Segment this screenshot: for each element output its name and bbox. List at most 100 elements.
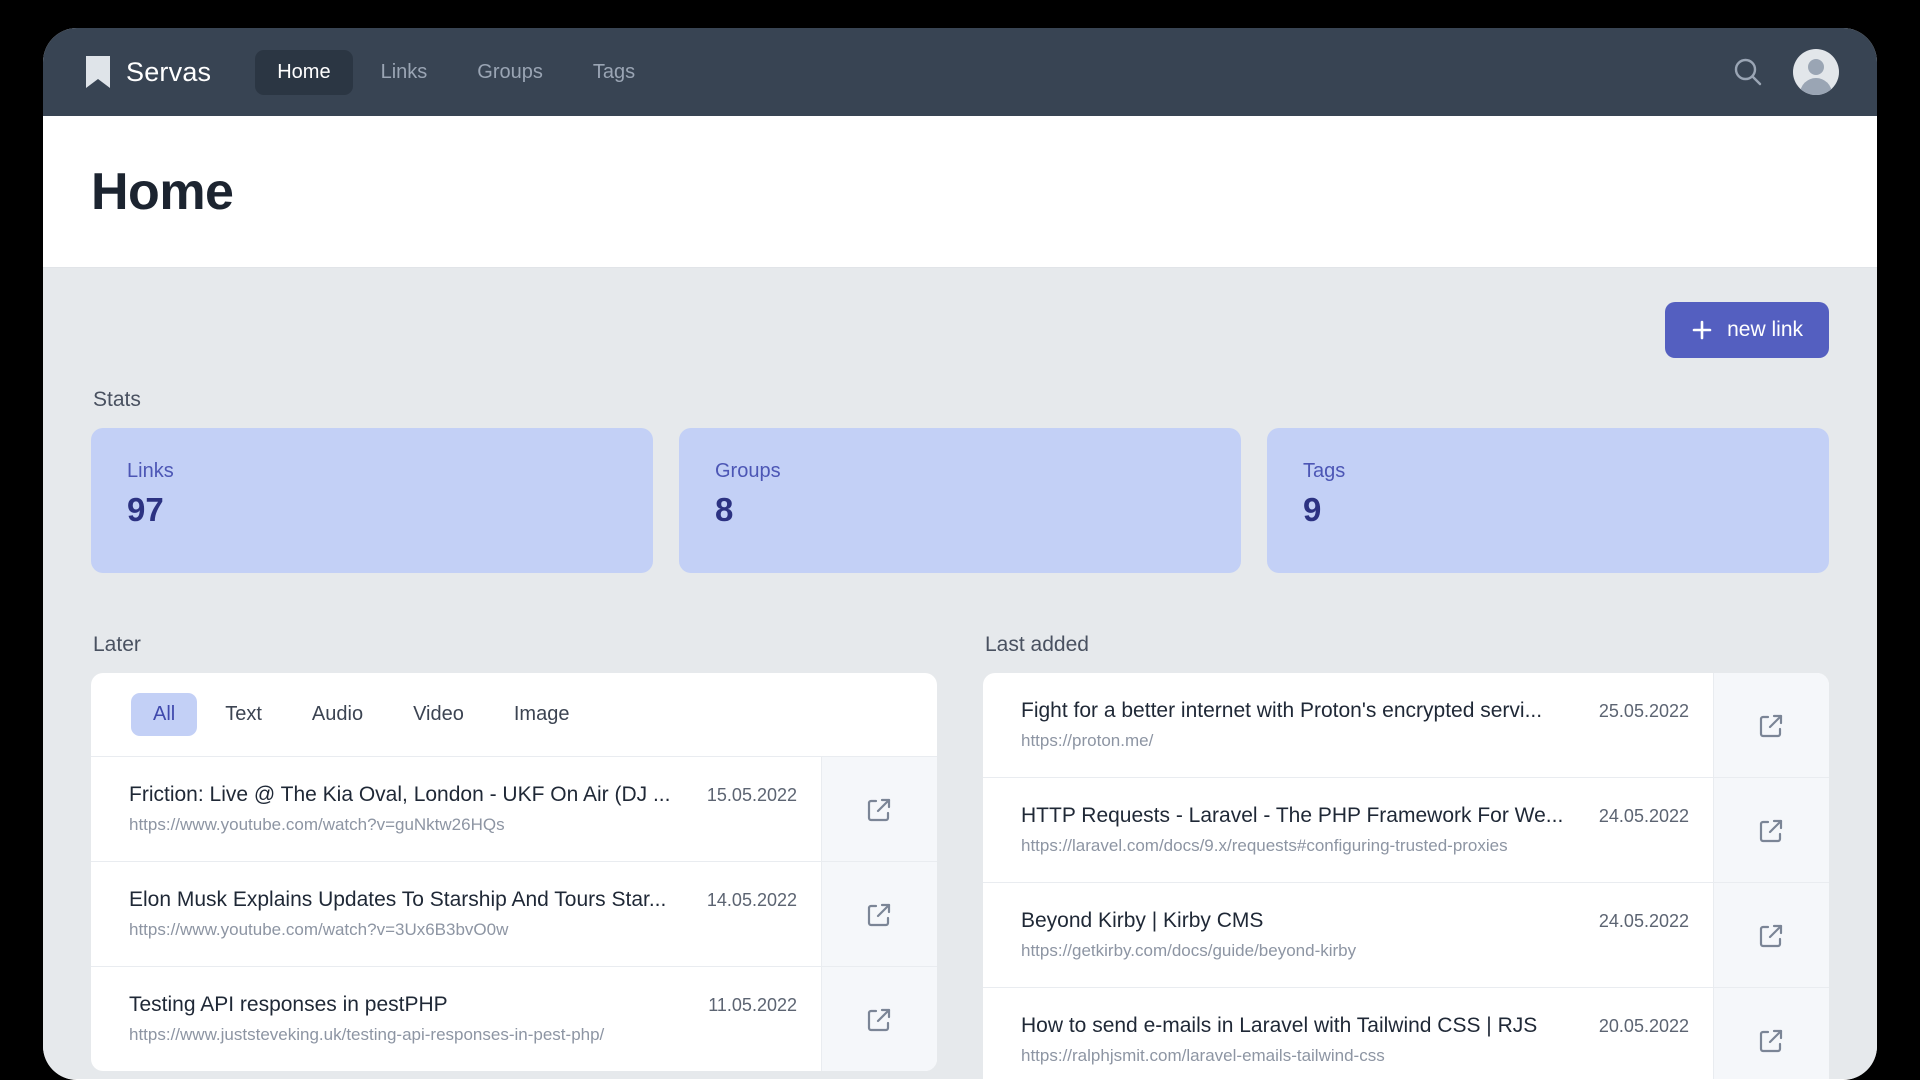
list-item-main[interactable]: Beyond Kirby | Kirby CMS https://getkirb…	[983, 883, 1713, 987]
external-link-icon	[1759, 819, 1783, 842]
stat-label: Tags	[1303, 460, 1346, 482]
stats-section-label: Stats	[93, 388, 141, 411]
list-item-url: https://ralphjsmit.com/laravel-emails-ta…	[1021, 1046, 1385, 1065]
nav-item-groups[interactable]: Groups	[455, 50, 565, 95]
brand-logo[interactable]: Servas	[85, 55, 211, 89]
avatar-head-shape	[1808, 59, 1824, 75]
navbar-right	[1731, 49, 1839, 95]
nav-links: Home Links Groups Tags	[255, 49, 657, 95]
stat-label: Groups	[715, 460, 781, 482]
list-item-url: https://laravel.com/docs/9.x/requests#co…	[1021, 836, 1508, 855]
list-item-title: HTTP Requests - Laravel - The PHP Framew…	[1021, 804, 1564, 827]
list-item-date: 25.05.2022	[1598, 701, 1689, 721]
open-link-button[interactable]	[1713, 673, 1829, 777]
avatar-body-shape	[1800, 78, 1832, 95]
list-item-title: Friction: Live @ The Kia Oval, London - …	[129, 783, 671, 806]
top-navbar: Servas Home Links Groups Tags	[43, 28, 1877, 116]
list-item-title: Testing API responses in pestPHP	[129, 993, 448, 1016]
list-item-url: https://proton.me/	[1021, 731, 1154, 750]
bookmark-icon	[86, 56, 110, 88]
last-added-section-label: Last added	[985, 633, 1089, 656]
list-item[interactable]: Testing API responses in pestPHP https:/…	[91, 966, 937, 1071]
list-item-date: 24.05.2022	[1598, 911, 1689, 931]
external-link-icon	[867, 798, 891, 821]
list-item-texts: Fight for a better internet with Proton'…	[1021, 699, 1579, 751]
list-item[interactable]: Friction: Live @ The Kia Oval, London - …	[91, 756, 937, 861]
list-item-main[interactable]: Elon Musk Explains Updates To Starship A…	[91, 862, 821, 966]
list-item-texts: Elon Musk Explains Updates To Starship A…	[129, 888, 687, 940]
nav-item-tags[interactable]: Tags	[571, 50, 657, 95]
stat-value: 97	[127, 491, 164, 528]
user-avatar[interactable]	[1793, 49, 1839, 95]
list-item-main[interactable]: Testing API responses in pestPHP https:/…	[91, 967, 821, 1071]
tab-video[interactable]: Video	[391, 693, 486, 736]
list-item-title: Elon Musk Explains Updates To Starship A…	[129, 888, 667, 911]
new-link-label: new link	[1727, 318, 1803, 341]
list-item-url: https://www.youtube.com/watch?v=3Ux6B3bv…	[129, 920, 509, 939]
new-link-button[interactable]: new link	[1665, 302, 1829, 358]
list-item-texts: Friction: Live @ The Kia Oval, London - …	[129, 783, 687, 835]
list-item[interactable]: Beyond Kirby | Kirby CMS https://getkirb…	[983, 882, 1829, 987]
stats-grid: Links 97 Groups 8 Tags 9	[91, 428, 1829, 573]
open-link-button[interactable]	[821, 862, 937, 966]
tab-all[interactable]: All	[131, 693, 198, 736]
stat-card-groups[interactable]: Groups 8	[679, 428, 1241, 573]
tab-audio[interactable]: Audio	[290, 693, 385, 736]
list-item-main[interactable]: How to send e-mails in Laravel with Tail…	[983, 988, 1713, 1079]
external-link-icon	[1759, 714, 1783, 737]
main-content: new link Stats Links 97 Groups 8 Tags 9 …	[43, 268, 1877, 1079]
list-item[interactable]: Elon Musk Explains Updates To Starship A…	[91, 861, 937, 966]
navbar-left: Servas Home Links Groups Tags	[85, 49, 657, 95]
last-added-column: Last added Fight for a better internet w…	[983, 603, 1829, 1079]
list-item-title: How to send e-mails in Laravel with Tail…	[1021, 1014, 1538, 1037]
list-item-url: https://www.juststeveking.uk/testing-api…	[129, 1025, 605, 1044]
stat-value: 9	[1303, 491, 1322, 528]
external-link-icon	[867, 1008, 891, 1031]
list-item-date: 11.05.2022	[708, 995, 797, 1015]
list-item-title: Beyond Kirby | Kirby CMS	[1021, 909, 1264, 932]
page-title: Home	[91, 162, 234, 221]
open-link-button[interactable]	[1713, 778, 1829, 882]
list-item-date: 20.05.2022	[1598, 1016, 1689, 1036]
external-link-icon	[867, 903, 891, 926]
list-item-date: 24.05.2022	[1598, 806, 1689, 826]
list-item[interactable]: Fight for a better internet with Proton'…	[983, 673, 1829, 777]
lists-row: Later All Text Audio Video Image Frictio…	[91, 603, 1829, 1079]
list-item[interactable]: How to send e-mails in Laravel with Tail…	[983, 987, 1829, 1079]
list-item-date: 14.05.2022	[706, 890, 797, 910]
stat-label: Links	[127, 460, 174, 482]
content-toolbar: new link	[91, 302, 1829, 358]
list-item-texts: How to send e-mails in Laravel with Tail…	[1021, 1014, 1579, 1066]
external-link-icon	[1759, 924, 1783, 947]
list-item-url: https://getkirby.com/docs/guide/beyond-k…	[1021, 941, 1357, 960]
page-header: Home	[43, 116, 1877, 268]
last-added-card: Fight for a better internet with Proton'…	[983, 673, 1829, 1079]
stat-value: 8	[715, 491, 734, 528]
open-link-button[interactable]	[821, 757, 937, 861]
list-item-main[interactable]: Fight for a better internet with Proton'…	[983, 673, 1713, 777]
list-item-date: 15.05.2022	[706, 785, 797, 805]
open-link-button[interactable]	[821, 967, 937, 1071]
tab-text[interactable]: Text	[203, 693, 284, 736]
list-item-texts: Beyond Kirby | Kirby CMS https://getkirb…	[1021, 909, 1579, 961]
brand-name: Servas	[126, 56, 212, 87]
external-link-icon	[1759, 1029, 1783, 1052]
search-icon[interactable]	[1731, 55, 1765, 89]
stat-card-links[interactable]: Links 97	[91, 428, 653, 573]
list-item[interactable]: HTTP Requests - Laravel - The PHP Framew…	[983, 777, 1829, 882]
later-card: All Text Audio Video Image Friction: Liv…	[91, 673, 937, 1071]
app-window: Servas Home Links Groups Tags Home new l…	[43, 28, 1877, 1080]
open-link-button[interactable]	[1713, 988, 1829, 1079]
plus-icon	[1692, 320, 1712, 340]
open-link-button[interactable]	[1713, 883, 1829, 987]
nav-item-links[interactable]: Links	[359, 50, 450, 95]
nav-item-home[interactable]: Home	[255, 49, 353, 95]
later-filter-tabs: All Text Audio Video Image	[91, 673, 937, 756]
list-item-url: https://www.youtube.com/watch?v=guNktw26…	[129, 815, 505, 834]
list-item-main[interactable]: Friction: Live @ The Kia Oval, London - …	[91, 757, 821, 861]
list-item-title: Fight for a better internet with Proton'…	[1021, 699, 1543, 722]
tab-image[interactable]: Image	[492, 693, 592, 736]
list-item-main[interactable]: HTTP Requests - Laravel - The PHP Framew…	[983, 778, 1713, 882]
later-section-label: Later	[93, 633, 141, 656]
stat-card-tags[interactable]: Tags 9	[1267, 428, 1829, 573]
